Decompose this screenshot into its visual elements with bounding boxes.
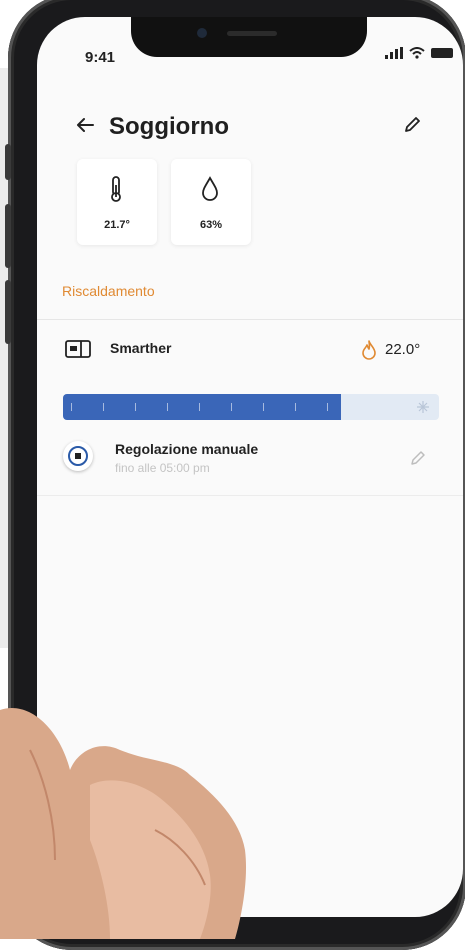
droplet-icon	[202, 176, 218, 201]
section-title: Riscaldamento	[62, 283, 155, 299]
thermostat-device-icon	[65, 340, 91, 358]
phone-side-button	[5, 144, 11, 180]
slider-tick	[199, 403, 200, 411]
wifi-icon	[409, 47, 425, 59]
slider-tick	[135, 403, 136, 411]
slider-tick	[327, 403, 328, 411]
slider-tick	[263, 403, 264, 411]
temperature-slider[interactable]	[63, 394, 439, 420]
mode-row[interactable]: Regolazione manuale fino alle 05:00 pm	[37, 433, 463, 493]
phone-volume-down-button	[5, 280, 11, 344]
snowflake-icon	[417, 401, 429, 413]
mode-subtitle: fino alle 05:00 pm	[115, 461, 210, 475]
status-icons	[385, 47, 453, 59]
mode-edit-pencil-icon[interactable]	[409, 449, 427, 467]
battery-icon	[431, 48, 453, 58]
slider-tick	[231, 403, 232, 411]
slider-tick	[71, 403, 72, 411]
phone-volume-up-button	[5, 204, 11, 268]
device-temperature: 22.0°	[385, 341, 421, 358]
slider-tick	[103, 403, 104, 411]
page-header: Soggiorno	[37, 77, 463, 147]
back-arrow-icon[interactable]	[75, 115, 95, 140]
slider-tick	[167, 403, 168, 411]
thermometer-icon	[111, 176, 121, 202]
edit-pencil-icon[interactable]	[402, 115, 422, 140]
divider	[37, 319, 463, 320]
temperature-card[interactable]: 21.7°	[77, 159, 157, 245]
humidity-card[interactable]: 63%	[171, 159, 251, 245]
page-title: Soggiorno	[109, 113, 229, 140]
device-row[interactable]: Smarther 22.0°	[37, 339, 463, 371]
temperature-value: 21.7°	[104, 219, 130, 231]
device-name: Smarther	[110, 340, 172, 356]
flame-icon	[362, 340, 376, 360]
signal-icon	[385, 47, 403, 59]
slider-fill	[63, 394, 342, 420]
manual-mode-icon	[63, 441, 93, 471]
mode-title: Regolazione manuale	[115, 441, 259, 457]
status-time: 9:41	[85, 49, 116, 66]
camera-icon	[197, 28, 207, 38]
divider	[37, 495, 463, 496]
humidity-value: 63%	[199, 219, 223, 231]
speaker-grille	[227, 31, 277, 36]
slider-tick	[295, 403, 296, 411]
hand-image	[0, 708, 247, 939]
phone-notch	[131, 17, 367, 57]
